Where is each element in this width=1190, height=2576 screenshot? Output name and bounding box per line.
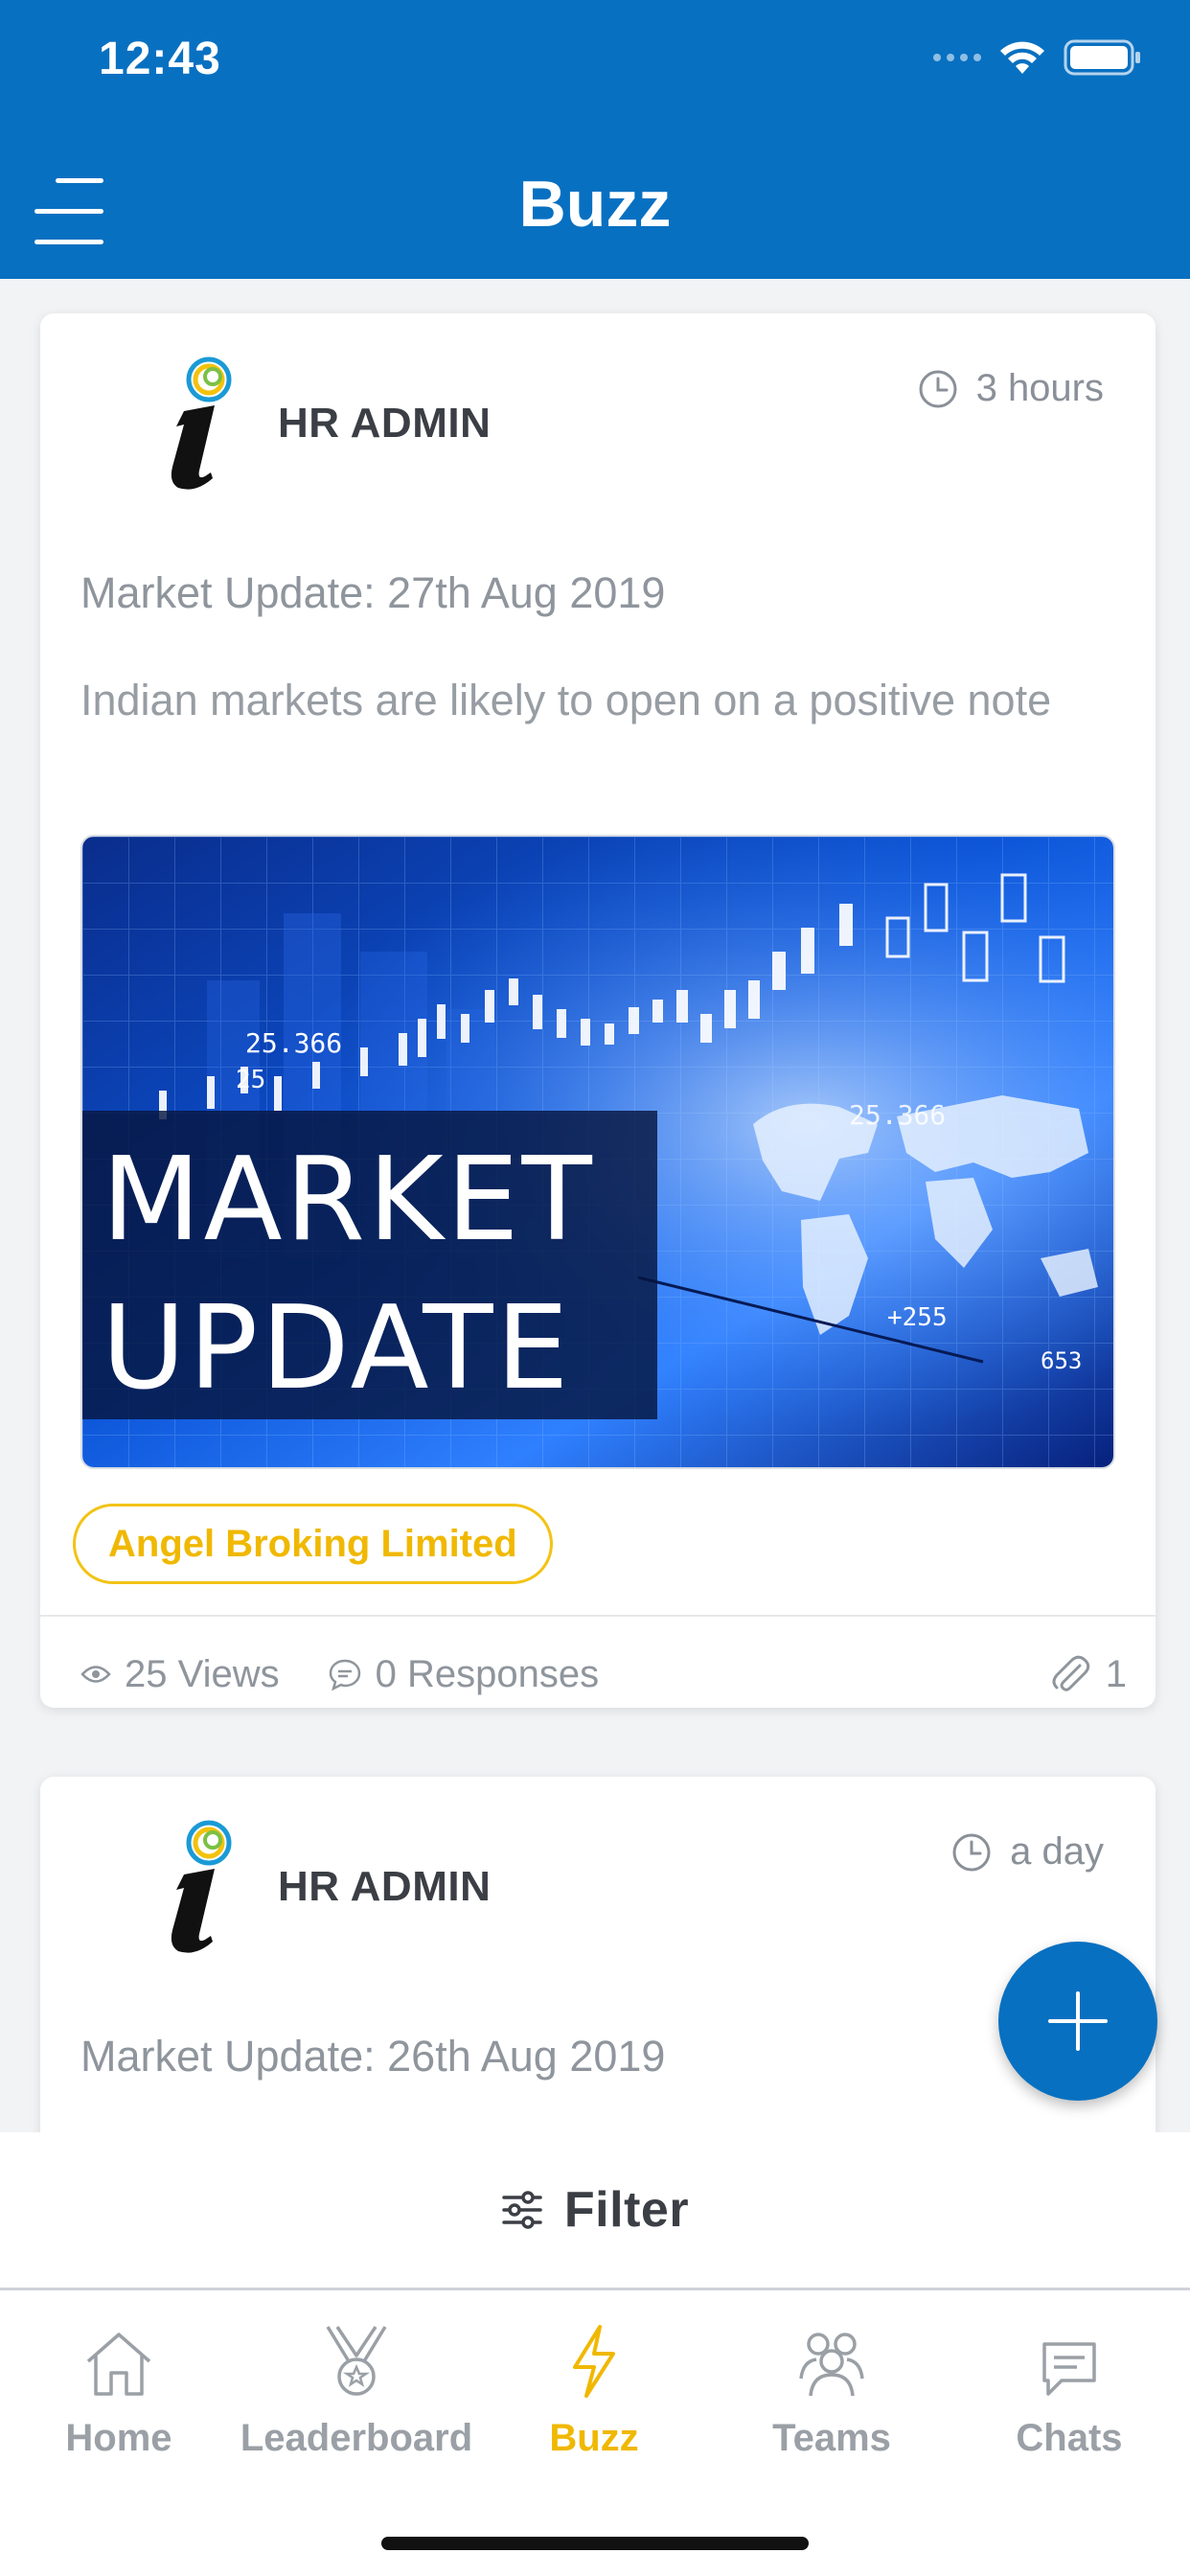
post-card[interactable]: HR ADMIN 3 hours Market Update: 27th Aug… xyxy=(40,313,1156,1708)
ticker-label: 25 xyxy=(236,1066,265,1094)
battery-icon xyxy=(1064,39,1140,76)
home-indicator xyxy=(381,2537,809,2550)
team-icon xyxy=(799,2333,864,2397)
clock-icon xyxy=(919,370,957,407)
bottom-tab-bar: Home Leaderboard Buzz Teams Chats xyxy=(0,2290,1190,2576)
views-text: 25 Views xyxy=(125,1652,280,1695)
company-tag[interactable]: Angel Broking Limited xyxy=(73,1504,553,1584)
post-title: Market Update: 27th Aug 2019 xyxy=(80,568,666,617)
page-title: Buzz xyxy=(518,168,672,241)
responses-count[interactable]: 0 Responses xyxy=(328,1653,599,1696)
app-header: 12:43 Buzz xyxy=(0,0,1190,279)
tab-teams[interactable]: Teams xyxy=(713,2319,950,2460)
new-post-button[interactable] xyxy=(998,1942,1157,2101)
chat-icon xyxy=(1042,2342,1096,2396)
tab-label: Buzz xyxy=(549,2417,639,2459)
post-image[interactable]: 25.366 25 25.366 +255 653 MARKET UPDATE xyxy=(80,835,1115,1469)
post-author: HR ADMIN xyxy=(278,1863,492,1910)
post-card[interactable]: HR ADMIN a day Market Update: 26th Aug 2… xyxy=(40,1777,1156,2132)
responses-text: 0 Responses xyxy=(375,1652,600,1695)
tab-buzz[interactable]: Buzz xyxy=(475,2319,713,2460)
comment-icon xyxy=(329,1659,360,1691)
banner-headline: UPDATE xyxy=(102,1282,571,1415)
sliders-icon xyxy=(502,2191,542,2229)
status-time: 12:43 xyxy=(99,34,221,84)
ticker-label: 653 xyxy=(1041,1347,1082,1374)
lightning-icon xyxy=(573,2325,615,2398)
market-update-banner: 25.366 25 25.366 +255 653 MARKET UPDATE xyxy=(82,837,1113,1467)
buzz-feed[interactable]: HR ADMIN 3 hours Market Update: 27th Aug… xyxy=(0,279,1190,2132)
ticker-label: 25.366 xyxy=(245,1027,342,1059)
paperclip-icon xyxy=(1052,1655,1089,1691)
filter-label: Filter xyxy=(563,2182,690,2238)
tab-label: Teams xyxy=(772,2417,891,2459)
status-icons xyxy=(933,38,1142,77)
timestamp-text: a day xyxy=(1010,1830,1104,1873)
author-avatar xyxy=(171,1820,232,1953)
post-timestamp: 3 hours xyxy=(917,367,1104,410)
post-title: Market Update: 26th Aug 2019 xyxy=(80,2032,666,2081)
home-icon xyxy=(86,2333,151,2396)
banner-headline: MARKET xyxy=(102,1134,595,1267)
tab-label: Leaderboard xyxy=(240,2417,473,2459)
filter-button[interactable]: Filter xyxy=(0,2132,1190,2290)
tab-home[interactable]: Home xyxy=(0,2319,238,2460)
tab-label: Home xyxy=(65,2417,172,2459)
tab-label: Chats xyxy=(1016,2417,1123,2459)
views-count: 25 Views xyxy=(80,1653,280,1696)
clock-icon xyxy=(952,1833,991,1871)
ticker-label: 25.366 xyxy=(849,1099,946,1131)
cellular-signal-icon xyxy=(933,54,981,61)
ticker-label: +255 xyxy=(887,1303,948,1332)
wifi-icon xyxy=(1000,41,1044,74)
attachments-count[interactable]: 1 xyxy=(1048,1652,1127,1696)
eye-icon xyxy=(80,1666,111,1683)
post-author: HR ADMIN xyxy=(278,400,492,447)
author-avatar xyxy=(171,356,232,490)
attachments-text: 1 xyxy=(1105,1652,1127,1695)
tab-chats[interactable]: Chats xyxy=(950,2319,1188,2460)
card-divider xyxy=(40,1615,1156,1617)
tab-leaderboard[interactable]: Leaderboard xyxy=(238,2319,475,2460)
plus-icon xyxy=(1048,1991,1108,2051)
post-timestamp: a day xyxy=(950,1830,1104,1874)
post-body: Indian markets are likely to open on a p… xyxy=(80,676,1052,724)
timestamp-text: 3 hours xyxy=(975,367,1104,409)
trophy-icon xyxy=(326,2326,387,2396)
post-stats: 25 Views 0 Responses 1 xyxy=(80,1645,1127,1703)
